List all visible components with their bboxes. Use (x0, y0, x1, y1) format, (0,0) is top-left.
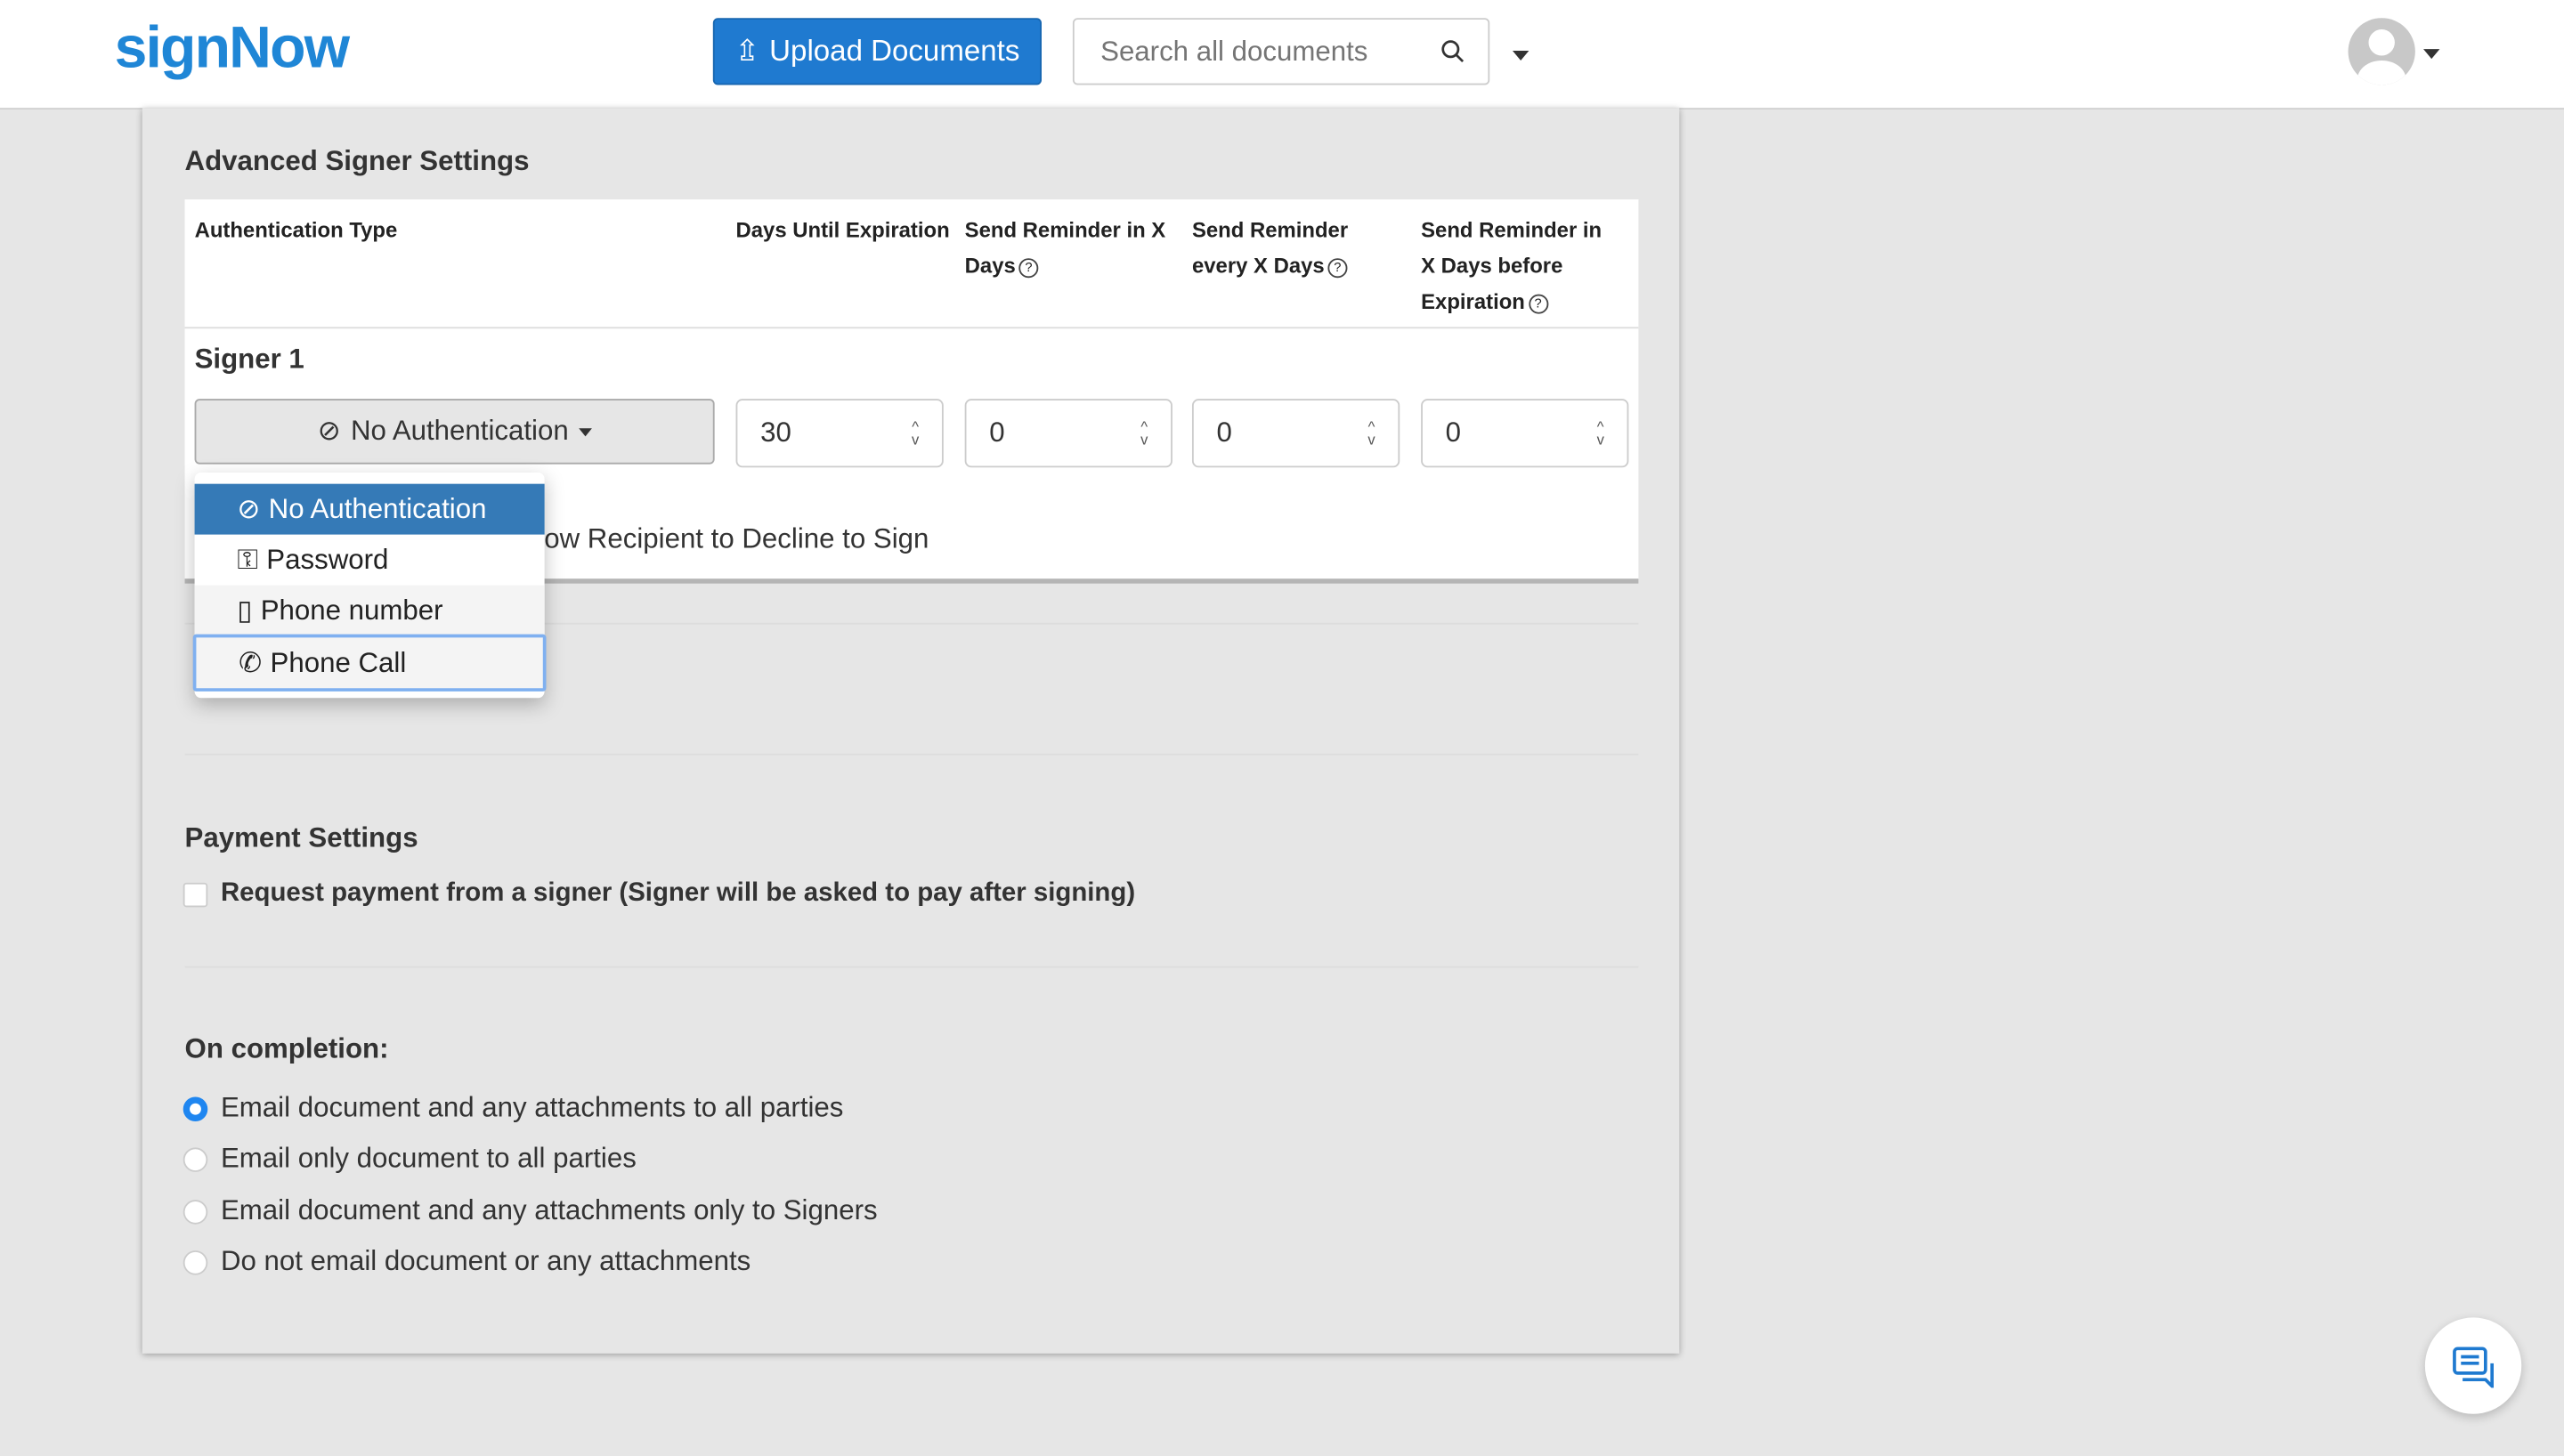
ban-icon: ⊘ (237, 492, 261, 524)
column-reminder-in: Send Reminder in X Days? (964, 217, 1166, 279)
column-days-until-expiration: Days Until Expiration (735, 217, 950, 242)
help-icon[interactable]: ? (1018, 257, 1039, 278)
upload-icon: ⇫ (734, 34, 760, 68)
signnow-logo[interactable]: signNow (115, 13, 350, 82)
reminder-before-expiration-input[interactable]: 0 ^ v (1421, 399, 1629, 468)
help-icon[interactable]: ? (1528, 293, 1548, 313)
search-icon[interactable] (1440, 39, 1465, 64)
stepper-icon[interactable]: ^ v (1367, 419, 1375, 447)
search-options-dropdown[interactable] (1512, 50, 1529, 61)
completion-option[interactable]: Email only document to all parties (183, 1143, 637, 1176)
stepper-icon[interactable]: ^ v (912, 419, 919, 447)
account-menu-caret[interactable] (2423, 49, 2440, 60)
menu-item-phone-call[interactable]: ✆ Phone Call (192, 634, 547, 692)
divider (184, 966, 1639, 968)
mobile-icon: ▯ (237, 594, 253, 626)
divider (184, 753, 1639, 756)
completion-option[interactable]: Do not email document or any attachments (183, 1246, 751, 1279)
search-box[interactable] (1072, 18, 1490, 85)
authentication-type-select[interactable]: ⊘ No Authentication (194, 399, 715, 465)
request-payment-checkbox[interactable] (183, 881, 208, 907)
stepper-icon[interactable]: ^ v (1597, 419, 1604, 447)
radio-button[interactable] (183, 1146, 208, 1172)
menu-item-phone-number[interactable]: ▯ Phone number (194, 585, 545, 636)
column-reminder-before-expiration: Send Reminder in X Days before Expiratio… (1421, 217, 1602, 314)
radio-button[interactable] (183, 1199, 208, 1224)
completion-option[interactable]: Email document and any attachments only … (183, 1195, 878, 1228)
menu-item-password[interactable]: ⚿ Password (195, 535, 545, 586)
radio-button[interactable] (183, 1250, 208, 1274)
column-reminder-every: Send Reminder every X Days? (1191, 217, 1349, 279)
authentication-dropdown-menu: ⊘ No Authentication ⚿ Password ▯ Phone numb… (192, 472, 547, 699)
request-payment-option[interactable]: Request payment from a signer (Signer wi… (183, 879, 1135, 909)
on-completion-title: On completion: (184, 1032, 389, 1064)
days-until-expiration-input[interactable]: 30 ^ v (735, 399, 944, 468)
avatar[interactable] (2348, 18, 2415, 85)
completion-option[interactable]: Email document and any attachments to al… (183, 1092, 844, 1125)
divider (184, 327, 1639, 329)
advanced-signer-settings-title: Advanced Signer Settings (184, 145, 530, 177)
ban-icon: ⊘ (317, 415, 341, 447)
stepper-icon[interactable]: ^ v (1140, 419, 1148, 447)
chat-icon (2452, 1346, 2494, 1387)
search-input[interactable] (1097, 33, 1441, 70)
top-bar: signNow ⇫ Upload Documents (0, 0, 2564, 110)
decline-to-sign-label[interactable]: low Recipient to Decline to Sign (538, 523, 929, 556)
help-icon[interactable]: ? (1327, 257, 1348, 278)
column-authentication-type: Authentication Type (194, 217, 398, 242)
upload-documents-button[interactable]: ⇫ Upload Documents (712, 18, 1042, 85)
key-icon: ⚿ (237, 543, 259, 575)
phone-icon: ✆ (239, 646, 263, 678)
menu-item-no-authentication[interactable]: ⊘ No Authentication (194, 483, 545, 535)
radio-button[interactable] (183, 1096, 208, 1121)
reminder-in-input[interactable]: 0 ^ v (964, 399, 1172, 468)
chevron-down-icon (578, 427, 592, 436)
payment-settings-title: Payment Settings (184, 821, 418, 853)
reminder-every-input[interactable]: 0 ^ v (1191, 399, 1400, 468)
chat-button[interactable] (2424, 1317, 2522, 1414)
signer-label: Signer 1 (194, 343, 304, 375)
